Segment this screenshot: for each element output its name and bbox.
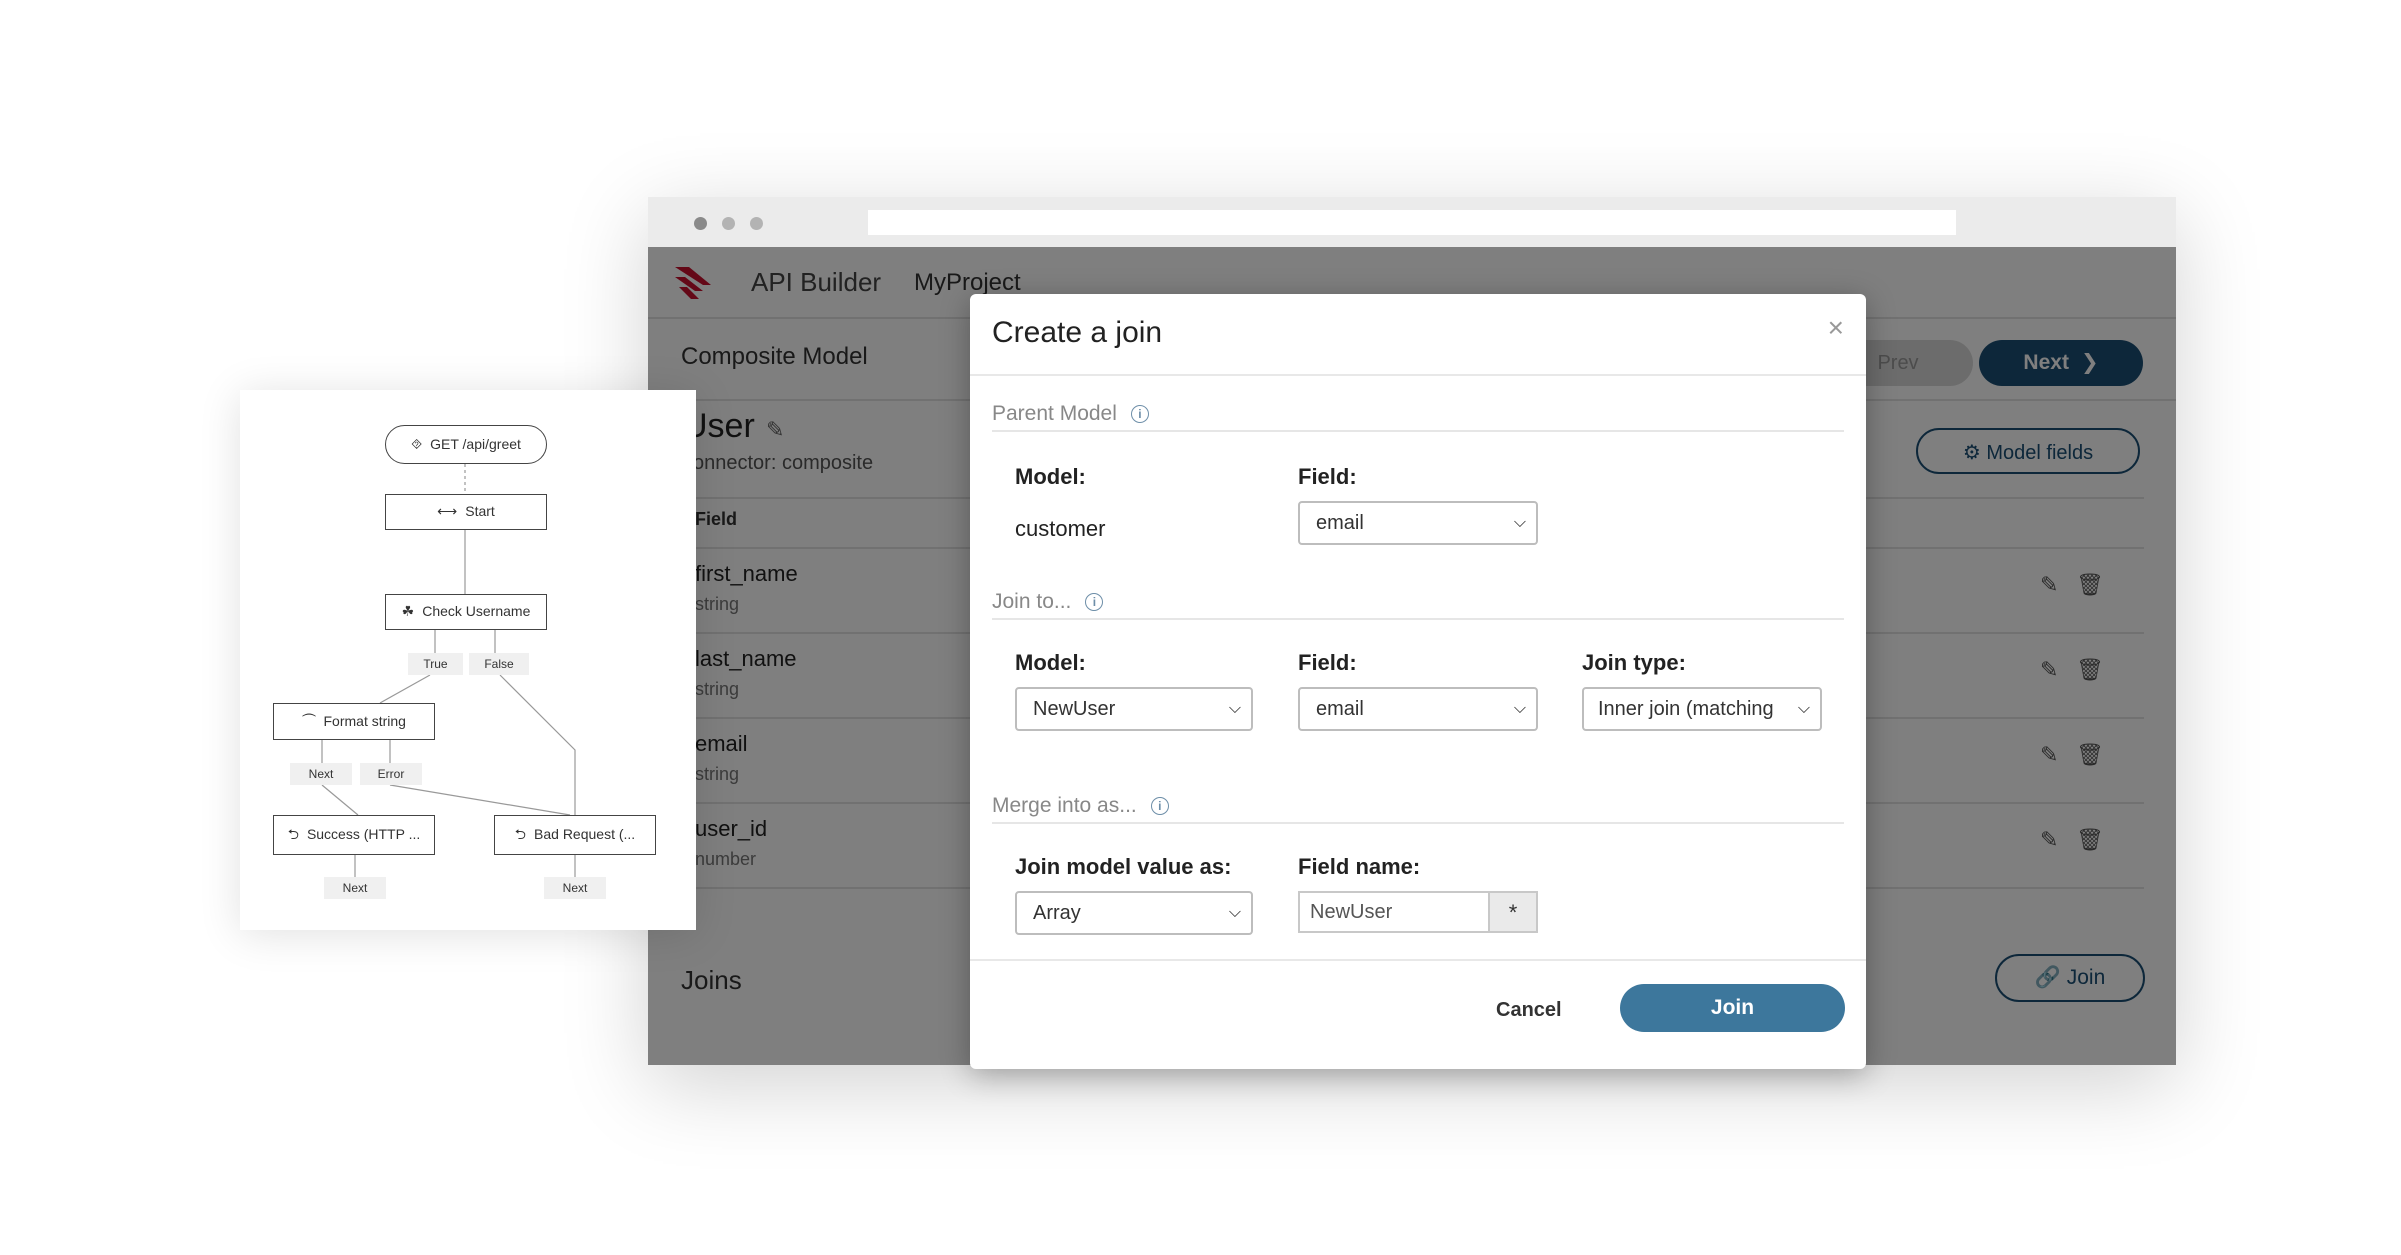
flow-branch-next: Next — [290, 763, 352, 785]
join-type-select[interactable]: Inner join (matching ⌵ — [1582, 687, 1822, 731]
browser-chrome — [648, 197, 2176, 247]
info-icon[interactable]: i — [1085, 593, 1104, 611]
dialog-divider — [970, 374, 1866, 376]
join-type-value: Inner join (matching — [1598, 698, 1774, 720]
flow-node-format-string[interactable]: ⏜ Format string — [273, 703, 435, 740]
required-asterisk: * — [1488, 891, 1538, 933]
merge-into-section: Merge into as... i — [992, 794, 1169, 818]
flow-node-label: Start — [465, 503, 495, 519]
chevron-down-icon: ⌵ — [1228, 904, 1241, 921]
join-field-value: email — [1316, 698, 1364, 720]
flow-branch-true: True — [408, 653, 463, 675]
join-field-select[interactable]: email ⌵ — [1298, 687, 1538, 731]
window-minimize-dot[interactable] — [722, 217, 735, 230]
start-arrow-icon: ⟷ — [437, 503, 458, 519]
dialog-title: Create a join — [992, 316, 1163, 349]
window-maximize-dot[interactable] — [750, 217, 763, 230]
address-bar[interactable] — [868, 210, 1956, 235]
join-model-select[interactable]: NewUser ⌵ — [1015, 687, 1253, 731]
join-value-as-label: Join model value as: — [1015, 854, 1232, 879]
flow-node-label: Bad Request (... — [534, 826, 636, 842]
merge-into-heading: Merge into as... — [992, 794, 1137, 817]
flow-node-label: Success (HTTP ... — [306, 826, 421, 842]
flow-branch-false: False — [469, 653, 529, 675]
flow-branch-next: Next — [544, 877, 606, 899]
flow-node-label: GET /api/greet — [430, 436, 521, 452]
flow-node-label: Check Username — [422, 603, 531, 619]
cancel-button[interactable]: Cancel — [1496, 999, 1562, 1022]
flow-diagram-card: ⯑ GET /api/greet ⟷ Start ☘ Check Username T… — [240, 390, 696, 930]
flow-node-start[interactable]: ⟷ Start — [385, 494, 547, 530]
section-divider — [992, 430, 1844, 432]
join-field-label: Field: — [1298, 650, 1357, 675]
close-icon[interactable]: × — [1828, 312, 1844, 344]
format-icon: ⏜ — [302, 713, 316, 729]
chevron-down-icon: ⌵ — [1513, 514, 1526, 531]
join-model-value: NewUser — [1033, 698, 1116, 720]
parent-field-label: Field: — [1298, 464, 1357, 489]
flow-node-endpoint[interactable]: ⯑ GET /api/greet — [385, 425, 547, 464]
flow-node-success[interactable]: ⮌ Success (HTTP ... — [273, 815, 435, 855]
parent-model-label: Model: — [1015, 464, 1086, 489]
parent-model-value: customer — [1015, 516, 1106, 541]
join-type-label: Join type: — [1582, 650, 1686, 675]
flow-branch-error: Error — [360, 763, 422, 785]
join-value-as-value: Array — [1033, 902, 1081, 924]
chevron-down-icon: ⌵ — [1228, 700, 1241, 717]
parent-model-section: Parent Model i — [992, 402, 1149, 426]
create-join-dialog: Create a join × Parent Model i Model: cus… — [970, 294, 1866, 1069]
flow-node-check-username[interactable]: ☘ Check Username — [385, 594, 547, 630]
chevron-down-icon: ⌵ — [1797, 700, 1810, 717]
dialog-divider — [970, 959, 1866, 961]
condition-icon: ☘ — [401, 603, 415, 619]
section-divider — [992, 618, 1844, 620]
return-icon: ⮌ — [514, 826, 527, 842]
join-to-heading: Join to... — [992, 590, 1072, 613]
parent-model-heading: Parent Model — [992, 402, 1117, 425]
parent-field-select[interactable]: email ⌵ — [1298, 501, 1538, 545]
info-icon[interactable]: i — [1130, 405, 1149, 423]
section-divider — [992, 822, 1844, 824]
info-icon[interactable]: i — [1150, 797, 1169, 815]
join-value-as-select[interactable]: Array ⌵ — [1015, 891, 1253, 935]
return-icon: ⮌ — [287, 826, 299, 842]
chevron-down-icon: ⌵ — [1513, 700, 1526, 717]
parent-field-value: email — [1316, 512, 1364, 534]
flow-node-bad-request[interactable]: ⮌ Bad Request (... — [494, 815, 656, 855]
flow-node-label: Format string — [323, 713, 406, 729]
join-button[interactable]: Join — [1620, 984, 1845, 1032]
window-close-dot[interactable] — [694, 217, 707, 230]
field-name-input[interactable]: NewUser — [1298, 891, 1488, 933]
join-model-label: Model: — [1015, 650, 1086, 675]
endpoint-icon: ⯑ — [411, 436, 423, 452]
flow-branch-next: Next — [324, 877, 386, 899]
join-to-section: Join to... i — [992, 590, 1104, 614]
field-name-label: Field name: — [1298, 854, 1421, 879]
